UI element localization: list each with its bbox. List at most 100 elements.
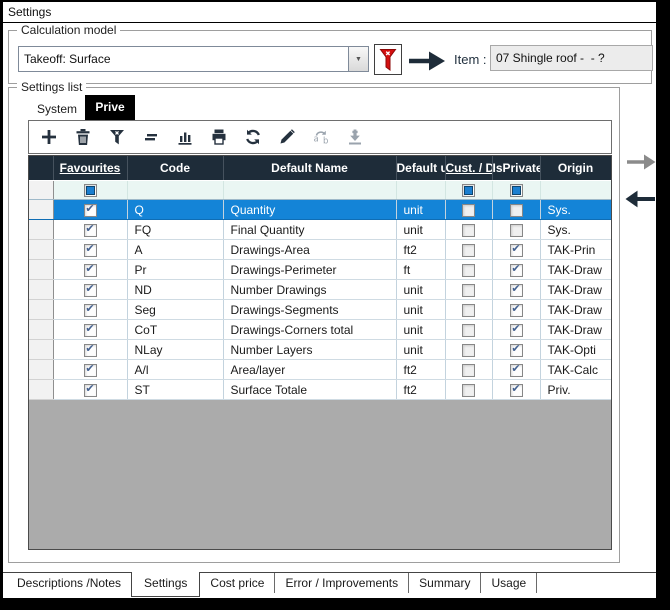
cell-cust-default[interactable]: [445, 299, 493, 320]
favourite-checkbox[interactable]: [83, 243, 97, 257]
cell-code[interactable]: ND: [127, 279, 224, 300]
calculation-model-combobox[interactable]: Takeoff: Surface: [18, 46, 369, 72]
row-selector-cell[interactable]: [29, 339, 54, 360]
row-selector-cell[interactable]: [29, 319, 54, 340]
favourite-checkbox[interactable]: [83, 383, 97, 397]
table-row[interactable]: A/lArea/layerft2 TAK-Calc: [29, 359, 611, 380]
cell-default-unit[interactable]: ft2: [396, 239, 446, 260]
cell-favourites[interactable]: [53, 199, 128, 220]
cell-default-unit[interactable]: unit: [396, 199, 446, 220]
cell-is-private[interactable]: [492, 219, 541, 240]
table-row[interactable]: PrDrawings-Perimeterft TAK-Draw: [29, 259, 611, 280]
cell-is-private[interactable]: [492, 359, 541, 380]
row-selector-cell[interactable]: [29, 359, 54, 380]
cell-origin[interactable]: TAK-Prin: [540, 239, 611, 260]
move-right-button[interactable]: [625, 150, 657, 179]
cell-default-name[interactable]: Drawings-Segments: [223, 299, 397, 320]
cell-cust-default[interactable]: [445, 239, 493, 260]
cell-is-private[interactable]: [492, 339, 541, 360]
filter-checkbox-cust-default[interactable]: [462, 184, 475, 198]
column-header-is-private[interactable]: IsPrivate: [492, 156, 541, 181]
is-private-checkbox[interactable]: [509, 283, 523, 297]
row-selector-cell[interactable]: [29, 299, 54, 320]
cell-default-name[interactable]: Drawings-Area: [223, 239, 397, 260]
cell-favourites[interactable]: [53, 279, 128, 300]
favourite-checkbox[interactable]: [83, 343, 97, 357]
cell-code[interactable]: Seg: [127, 299, 224, 320]
chart-button[interactable]: [174, 125, 196, 149]
row-selector-cell[interactable]: [29, 259, 54, 280]
cell-code[interactable]: Q: [127, 199, 224, 220]
cell-origin[interactable]: TAK-Draw: [540, 259, 611, 280]
cell-default-unit[interactable]: ft2: [396, 359, 446, 380]
delete-button[interactable]: [72, 125, 94, 149]
cell-favourites[interactable]: [53, 299, 128, 320]
refresh-button[interactable]: [242, 125, 264, 149]
import-button-disabled[interactable]: [344, 125, 366, 149]
cell-origin[interactable]: TAK-Opti: [540, 339, 611, 360]
cell-favourites[interactable]: [53, 319, 128, 340]
table-row[interactable]: FQFinal Quantityunit Sys.: [29, 219, 611, 240]
column-header-code[interactable]: Code: [127, 156, 224, 181]
column-header-default-unit[interactable]: Default unit: [396, 156, 446, 181]
cell-cust-default[interactable]: [445, 279, 493, 300]
is-private-checkbox[interactable]: [509, 243, 523, 257]
row-selector-cell[interactable]: [29, 279, 54, 300]
filter-checkbox-favourites[interactable]: [83, 184, 97, 198]
cell-code[interactable]: FQ: [127, 219, 224, 240]
is-private-checkbox[interactable]: [509, 303, 523, 317]
tab-summary[interactable]: Summary: [409, 573, 482, 593]
cell-default-unit[interactable]: unit: [396, 319, 446, 340]
cell-origin[interactable]: TAK-Calc: [540, 359, 611, 380]
cell-favourites[interactable]: [53, 359, 128, 380]
column-header-favourites[interactable]: Favourites: [53, 156, 128, 181]
filter-cell-is-private[interactable]: [492, 180, 541, 200]
tab-usage[interactable]: Usage: [481, 573, 538, 593]
is-private-checkbox[interactable]: [509, 223, 523, 237]
table-row[interactable]: ADrawings-Areaft2 TAK-Prin: [29, 239, 611, 260]
cell-default-name[interactable]: Drawings-Perimeter: [223, 259, 397, 280]
cell-origin[interactable]: Sys.: [540, 219, 611, 240]
cust-default-checkbox[interactable]: [462, 363, 475, 377]
row-selector-cell[interactable]: [29, 219, 54, 240]
cell-default-unit[interactable]: unit: [396, 299, 446, 320]
cell-is-private[interactable]: [492, 299, 541, 320]
filter-button[interactable]: [106, 125, 128, 149]
item-field[interactable]: 07 Shingle roof - - ?: [490, 45, 653, 71]
cell-favourites[interactable]: [53, 239, 128, 260]
cell-cust-default[interactable]: [445, 319, 493, 340]
cell-cust-default[interactable]: [445, 259, 493, 280]
cell-cust-default[interactable]: [445, 379, 493, 400]
filter-checkbox-is-private[interactable]: [509, 184, 523, 198]
filter-cell-cust-default[interactable]: [445, 180, 493, 200]
cell-default-name[interactable]: Drawings-Corners total: [223, 319, 397, 340]
cell-is-private[interactable]: [492, 199, 541, 220]
cell-cust-default[interactable]: [445, 219, 493, 240]
column-header-origin[interactable]: Origin: [540, 156, 611, 181]
edit-button[interactable]: [276, 125, 298, 149]
is-private-checkbox[interactable]: [509, 383, 523, 397]
cust-default-checkbox[interactable]: [462, 263, 475, 277]
tab-descriptions-notes[interactable]: Descriptions /Notes: [7, 573, 131, 593]
tab-prive[interactable]: Prive: [85, 95, 135, 120]
cell-code[interactable]: ST: [127, 379, 224, 400]
table-row[interactable]: QQuantityunit Sys.: [29, 199, 611, 220]
cell-origin[interactable]: Sys.: [540, 199, 611, 220]
cust-default-checkbox[interactable]: [462, 203, 475, 217]
cell-origin[interactable]: Priv.: [540, 379, 611, 400]
apply-model-arrow-button[interactable]: [407, 48, 447, 79]
cell-favourites[interactable]: [53, 259, 128, 280]
cell-code[interactable]: CoT: [127, 319, 224, 340]
tab-error-improvements[interactable]: Error / Improvements: [275, 573, 410, 593]
cell-default-name[interactable]: Surface Totale: [223, 379, 397, 400]
column-header-default-name[interactable]: Default Name: [223, 156, 397, 181]
cell-origin[interactable]: TAK-Draw: [540, 279, 611, 300]
cell-is-private[interactable]: [492, 379, 541, 400]
column-header-cust-default[interactable]: Cust. / Default: [445, 156, 493, 181]
tab-system[interactable]: System: [29, 98, 85, 120]
cell-code[interactable]: A: [127, 239, 224, 260]
cell-is-private[interactable]: [492, 259, 541, 280]
favourite-checkbox[interactable]: [83, 203, 97, 217]
is-private-checkbox[interactable]: [509, 263, 523, 277]
row-selector-cell[interactable]: [29, 379, 54, 400]
